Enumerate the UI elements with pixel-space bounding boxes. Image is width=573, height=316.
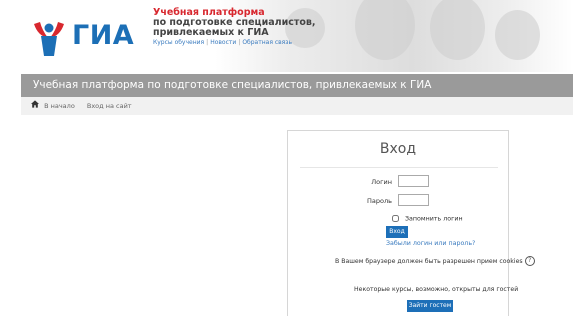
login-panel: Вход Логин Пароль Запомнить логин Вход З… [287, 130, 535, 316]
page-title: Учебная платформа по подготовке специали… [33, 79, 432, 91]
breadcrumb: В начало Вход на сайт [21, 97, 573, 115]
guest-login-button[interactable]: Зайти гостем [407, 300, 453, 312]
link-separator: | [206, 38, 209, 46]
breadcrumb-current: Вход на сайт [86, 102, 132, 110]
login-divider [300, 167, 498, 168]
link-feedback[interactable]: Обратная связь [242, 39, 292, 46]
home-icon[interactable] [31, 97, 39, 115]
remember-checkbox[interactable] [392, 215, 399, 222]
cookies-note: В Вашем браузере должен быть разрешен пр… [335, 256, 535, 266]
password-label: Пароль [367, 197, 392, 205]
logo-emblem-icon [34, 22, 64, 56]
username-input[interactable] [398, 175, 429, 187]
logo-text: ГИА [72, 20, 135, 51]
tagline-line3: привлекаемых к ГИА [153, 26, 269, 38]
remember-label: Запомнить логин [405, 215, 463, 223]
forgot-password-link[interactable]: Забыли логин или пароль? [386, 240, 475, 247]
login-button[interactable]: Вход [386, 226, 408, 238]
site-logo[interactable]: ГИА [28, 18, 148, 58]
guest-note: Некоторые курсы, возможно, открыты для г… [354, 286, 519, 293]
page-title-bar: Учебная платформа по подготовке специали… [21, 74, 573, 97]
login-title: Вход [379, 141, 417, 157]
site-header: ГИА Учебная платформа по подготовке спец… [0, 0, 573, 72]
link-separator: | [238, 38, 241, 46]
password-input[interactable] [398, 194, 429, 206]
username-label: Логин [371, 178, 392, 186]
link-news[interactable]: Новости [210, 39, 236, 46]
breadcrumb-home[interactable]: В начало [44, 102, 75, 110]
help-icon[interactable]: ? [524, 256, 535, 266]
header-links: Курсы обучения | Новости | Обратная связь [153, 38, 353, 46]
remember-login[interactable]: Запомнить логин [392, 215, 463, 223]
cookies-note-text: В Вашем браузере должен быть разрешен пр… [335, 258, 523, 265]
site-tagline: Учебная платформа по подготовке специали… [153, 8, 353, 46]
link-courses[interactable]: Курсы обучения [153, 39, 204, 46]
